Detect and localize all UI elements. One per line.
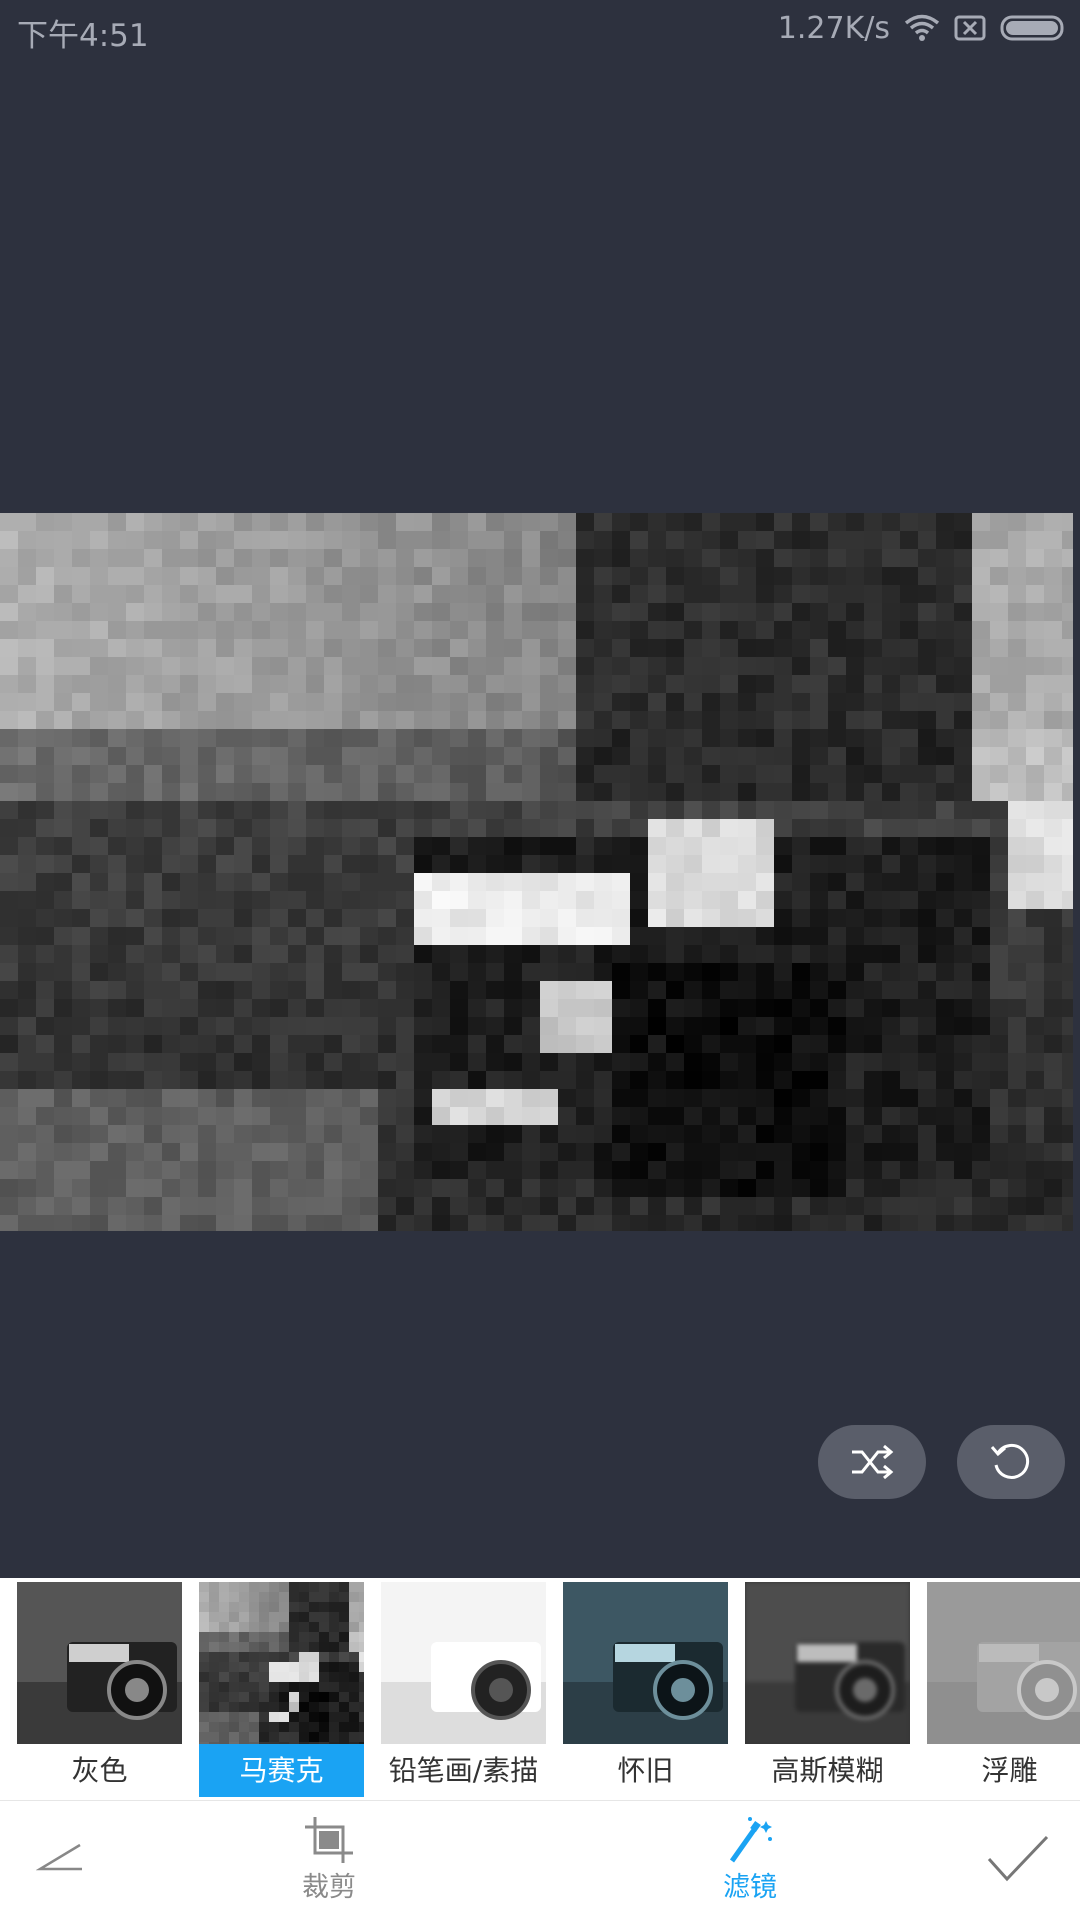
filter-mosaic[interactable]: 马赛克	[199, 1582, 364, 1797]
filter-label: 高斯模糊	[771, 1754, 884, 1787]
status-time: 下午4:51	[17, 18, 149, 54]
filter-strip: 灰色 马赛克 铅笔画/素描 怀旧 高斯模糊 浮雕	[0, 1578, 1080, 1800]
filter-label: 铅笔画/素描	[388, 1754, 539, 1787]
check-icon	[987, 1835, 1049, 1882]
filter-sketch[interactable]: 铅笔画/素描	[381, 1582, 546, 1797]
crop-button[interactable]: 裁剪	[298, 1815, 360, 1904]
filter-thumbnail	[17, 1582, 182, 1744]
reset-button[interactable]	[957, 1425, 1065, 1499]
filter-thumbnail	[199, 1582, 364, 1744]
crop-label: 裁剪	[302, 1872, 356, 1903]
filter-thumbnail	[745, 1582, 910, 1744]
photo-preview[interactable]	[0, 513, 1073, 1231]
filter-label: 马赛克	[199, 1744, 364, 1797]
confirm-button[interactable]	[985, 1833, 1051, 1885]
back-icon	[36, 1843, 82, 1871]
crop-icon	[305, 1817, 353, 1863]
back-button[interactable]	[36, 1839, 86, 1879]
filter-label: 浮雕	[981, 1754, 1038, 1787]
network-speed: 1.27K/s	[777, 10, 890, 46]
status-right: 1.27K/s	[778, 8, 1066, 48]
filter-thumbnail	[563, 1582, 728, 1744]
filter-emboss[interactable]: 浮雕	[927, 1582, 1080, 1797]
filter-gray[interactable]: 灰色	[17, 1582, 182, 1797]
bottom-toolbar: 裁剪 滤镜	[0, 1800, 1080, 1921]
filter-vintage[interactable]: 怀旧	[563, 1582, 728, 1797]
filter-button[interactable]: 滤镜	[715, 1815, 785, 1904]
wifi-icon	[904, 14, 940, 42]
reset-icon	[990, 1443, 1030, 1479]
shuffle-button[interactable]	[818, 1425, 926, 1499]
battery-icon	[1000, 15, 1066, 41]
filter-label: 滤镜	[723, 1872, 777, 1903]
magic-wand-icon	[729, 1817, 772, 1863]
filter-label: 灰色	[71, 1754, 128, 1787]
filter-thumbnail	[381, 1582, 546, 1744]
shuffle-icon	[852, 1444, 894, 1480]
status-bar: 下午4:51 1.27K/s	[0, 0, 1080, 60]
filter-label: 怀旧	[617, 1754, 674, 1787]
sim-x-icon	[954, 15, 986, 41]
filter-thumbnail	[927, 1582, 1080, 1744]
filter-gaussian-blur[interactable]: 高斯模糊	[745, 1582, 910, 1797]
